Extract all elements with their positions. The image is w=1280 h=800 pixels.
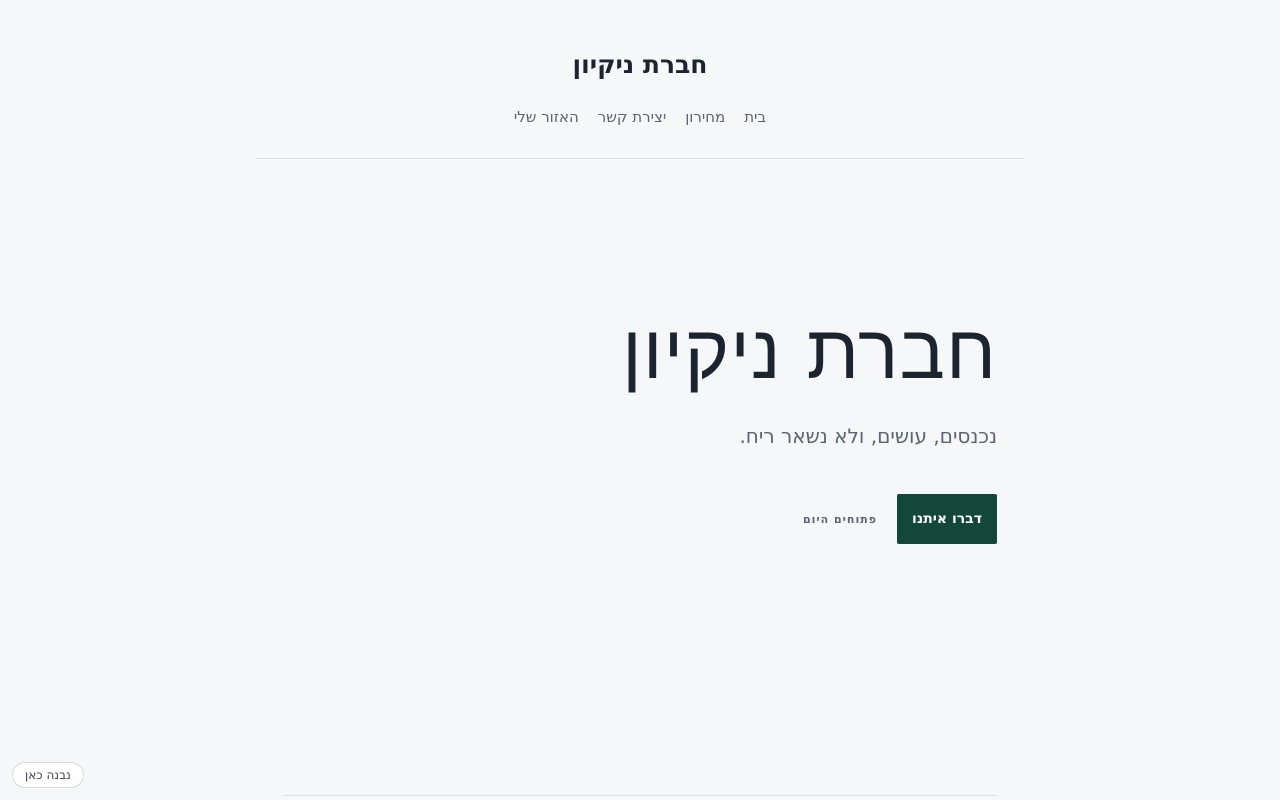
nav-link-home[interactable]: בית [744, 106, 766, 128]
hero-subtitle: נכנסים, עושים, ולא נשאר ריח. [739, 424, 997, 448]
contact-us-button[interactable]: דברו איתנו [897, 494, 997, 544]
site-brand[interactable]: חברת ניקיון [0, 48, 1280, 82]
main-nav: בית מחירון יצירת קשר האזור שלי [0, 106, 1280, 128]
cta-row: דברו איתנו פתוחים היום [803, 494, 997, 544]
built-here-badge[interactable]: נבנה כאן [12, 762, 84, 788]
nav-link-my-area[interactable]: האזור שלי [514, 106, 579, 128]
open-today-link[interactable]: פתוחים היום [803, 513, 877, 526]
hero-title: חברת ניקיון [622, 307, 997, 396]
nav-link-contact[interactable]: יצירת קשר [598, 106, 666, 128]
site-header: חברת ניקיון בית מחירון יצירת קשר האזור ש… [0, 0, 1280, 160]
footer-divider [283, 795, 997, 796]
hero-section: חברת ניקיון נכנסים, עושים, ולא נשאר ריח.… [283, 300, 997, 560]
header-divider [256, 158, 1024, 159]
nav-link-pricing[interactable]: מחירון [685, 106, 725, 128]
